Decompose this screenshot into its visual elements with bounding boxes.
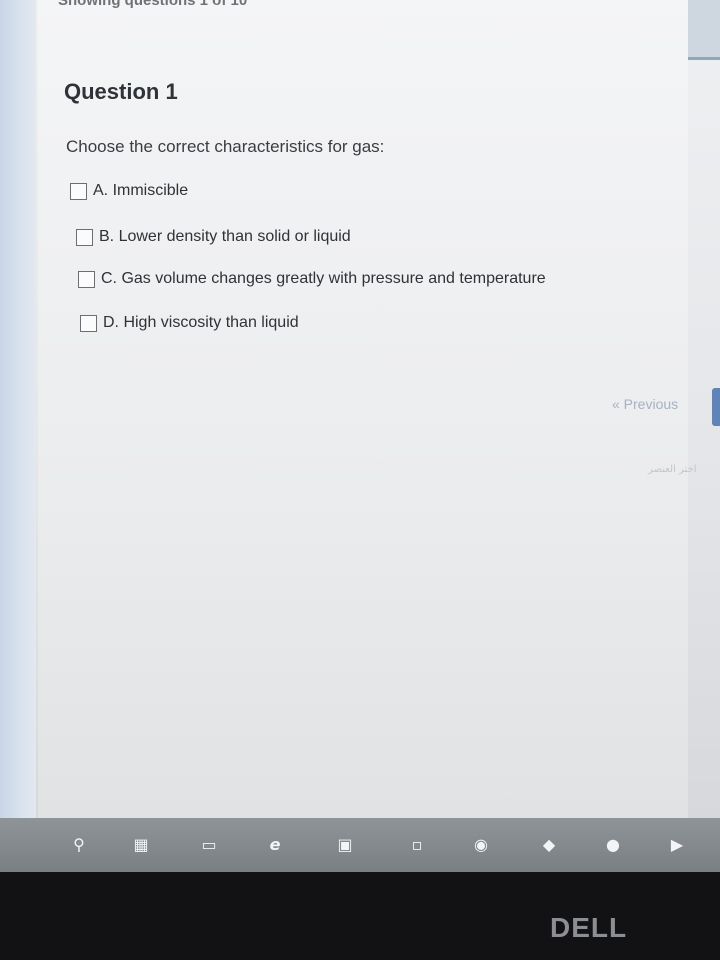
left-panel-strip [0,0,36,818]
option-c[interactable]: C. Gas volume changes greatly with press… [78,270,546,288]
app-icon[interactable]: ◆ [536,832,562,856]
file-explorer-icon[interactable]: ▭ [196,832,222,856]
option-b[interactable]: B. Lower density than solid or liquid [76,228,351,246]
hint-text: اختر العنصر [648,464,697,475]
option-d[interactable]: D. High viscosity than liquid [80,314,299,332]
previous-button[interactable]: « Previous [612,396,678,412]
option-d-label: D. High viscosity than liquid [103,314,299,331]
option-a-checkbox[interactable] [70,182,87,200]
edge-icon[interactable]: e [262,832,288,856]
search-icon[interactable]: ⚲ [66,832,92,856]
dell-logo: DELL [550,912,628,943]
taskbar: ⚲ ▦ ▭ e ▣ ▫ ◉ ◆ ● ▶ [0,818,720,872]
next-button[interactable] [712,388,720,426]
option-a[interactable]: A. Immiscible [70,182,188,200]
question-count-status: Showing questions 1 of 10 [58,0,248,9]
screen: Showing questions 1 of 10 Question 1 Cho… [0,0,720,818]
question-title: Question 1 [64,79,178,104]
option-c-label: C. Gas volume changes greatly with press… [101,270,546,287]
option-b-checkbox[interactable] [76,228,93,246]
option-c-checkbox[interactable] [78,270,95,288]
store-icon[interactable]: ▣ [332,832,358,856]
question-prompt: Choose the correct characteristics for g… [66,137,385,156]
quiz-page [38,0,688,818]
media-icon[interactable]: ▶ [664,832,690,856]
option-a-label: A. Immiscible [93,182,189,199]
chrome-icon[interactable]: ◉ [468,832,494,856]
option-d-checkbox[interactable] [80,314,97,332]
option-b-label: B. Lower density than solid or liquid [99,228,351,245]
globe-icon[interactable]: ● [600,832,626,856]
side-panel-accent [688,57,720,60]
side-panel-edge [688,0,720,60]
task-view-icon[interactable]: ▦ [128,832,154,856]
photos-icon[interactable]: ▫ [404,832,430,856]
